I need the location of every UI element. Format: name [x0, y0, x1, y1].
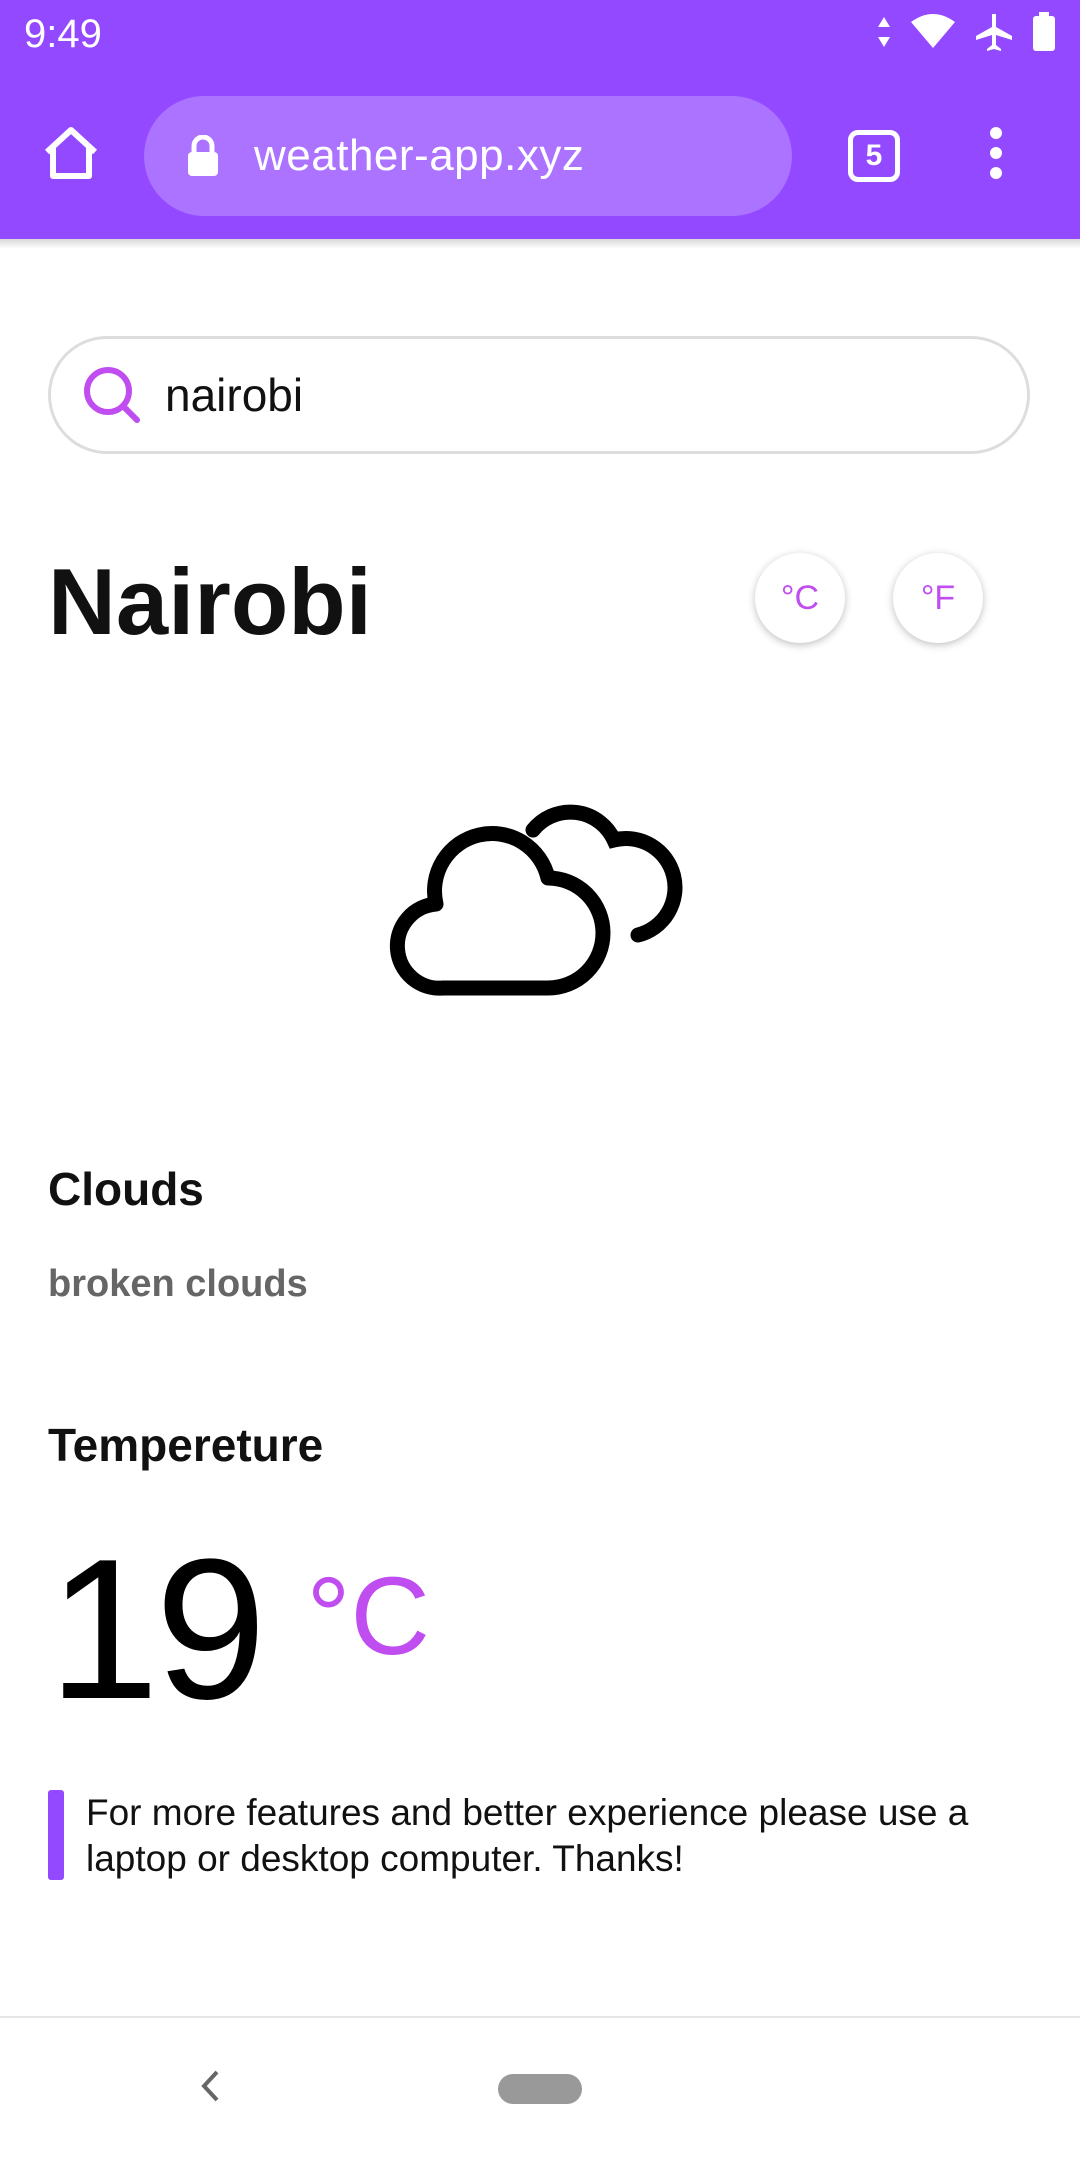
battery-icon	[1032, 12, 1056, 52]
system-nav-bar	[0, 2016, 1080, 2162]
lock-icon	[186, 135, 226, 177]
temperature-title: Tempereture	[48, 1419, 324, 1471]
search-input[interactable]	[163, 367, 947, 423]
status-icons	[876, 12, 1056, 52]
home-button[interactable]	[36, 120, 106, 190]
back-button[interactable]	[190, 2068, 230, 2108]
more-vert-icon	[989, 126, 1003, 184]
celsius-button[interactable]: °C	[755, 553, 845, 643]
temperature-value: 19	[48, 1518, 266, 1741]
tab-switcher-button[interactable]: 5	[848, 130, 900, 182]
toolbar-shadow	[0, 239, 1080, 249]
status-bar: 9:49	[0, 0, 1080, 72]
search-icon[interactable]	[81, 364, 143, 426]
browser-appbar: 9:49 weather-app.xyz 5	[0, 0, 1080, 239]
temperature-unit: °C	[306, 1555, 430, 1678]
cloudy-icon	[388, 790, 688, 1005]
search-bar[interactable]	[48, 336, 1030, 454]
status-time: 9:49	[24, 12, 102, 56]
data-arrows-icon	[876, 15, 892, 49]
back-icon	[199, 2069, 221, 2108]
temperature-display: 19 °C	[48, 1530, 430, 1730]
fahrenheit-button[interactable]: °F	[893, 553, 983, 643]
url-text: weather-app.xyz	[254, 131, 585, 180]
city-name: Nairobi	[48, 549, 372, 654]
home-icon	[42, 126, 100, 185]
notice-text: For more features and better experience …	[86, 1792, 969, 1879]
url-bar[interactable]: weather-app.xyz	[144, 96, 792, 216]
home-pill[interactable]	[498, 2074, 582, 2104]
weather-description: broken clouds	[48, 1263, 308, 1305]
notice-banner: For more features and better experience …	[48, 1790, 1028, 1882]
browser-toolbar: weather-app.xyz 5	[0, 90, 1080, 220]
more-menu-button[interactable]	[976, 120, 1016, 190]
airplane-icon	[974, 12, 1014, 52]
weather-main-title: Clouds	[48, 1163, 204, 1215]
wifi-icon	[910, 14, 956, 50]
notice-accent-bar	[48, 1790, 64, 1880]
